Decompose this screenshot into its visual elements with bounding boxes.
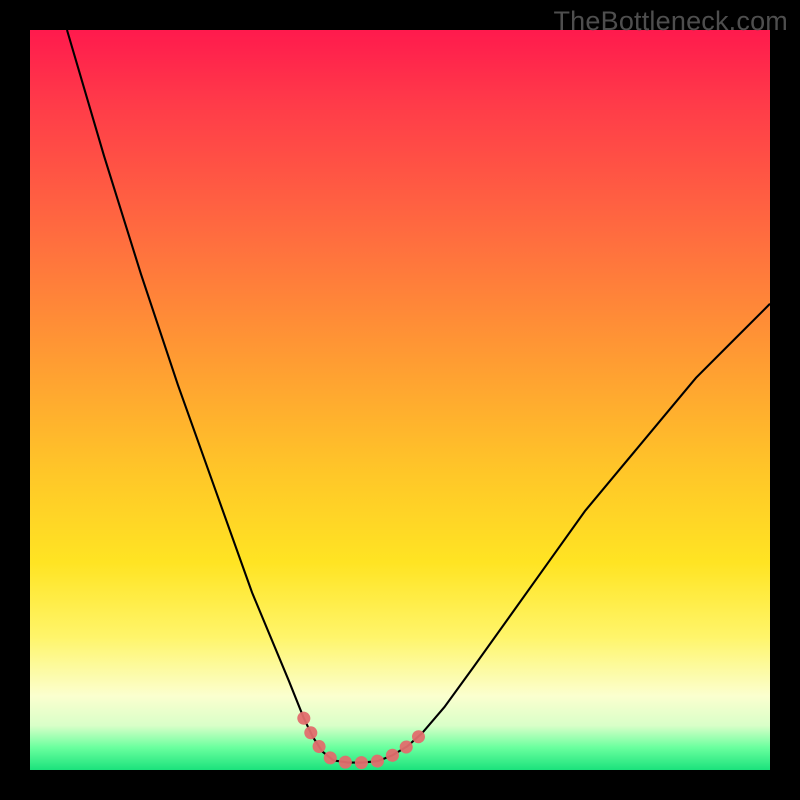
watermark-text: TheBottleneck.com [553,6,788,37]
chart-plot-area [30,30,770,770]
chart-curves-svg [30,30,770,770]
curve-right-branch [363,304,770,763]
curve-left-branch [67,30,363,763]
optimal-zone-highlight [304,718,419,762]
